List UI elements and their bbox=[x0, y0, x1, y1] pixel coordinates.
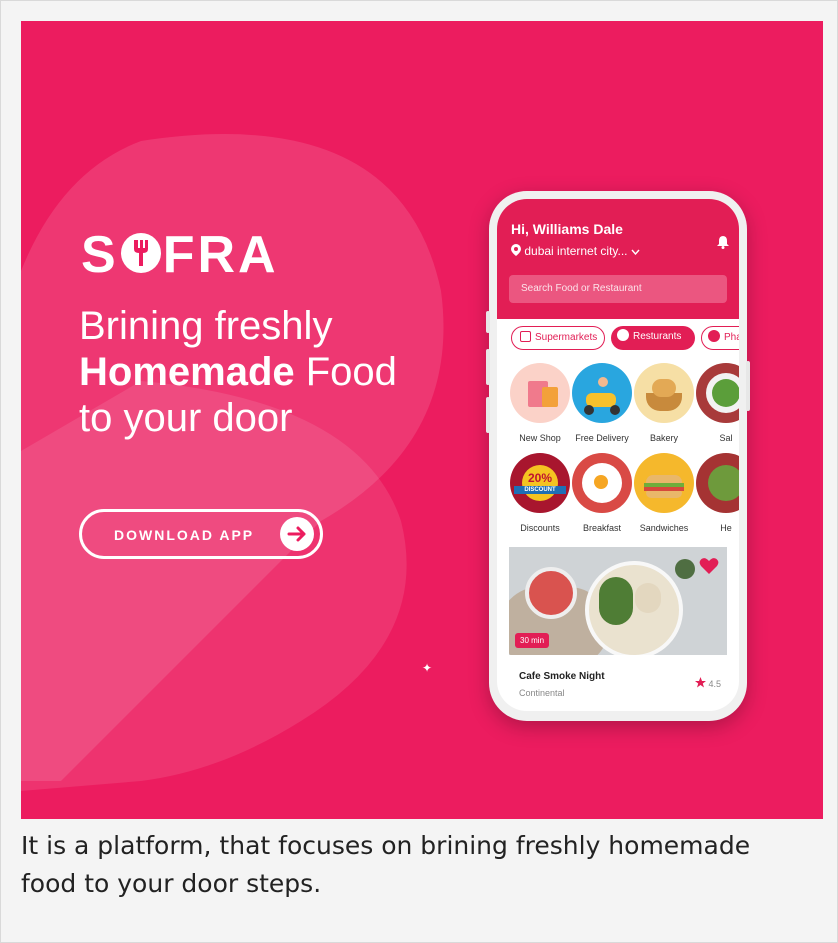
location-pin-icon bbox=[511, 244, 521, 256]
restaurant-card[interactable]: 30 min Cafe Smoke Night Continental 4.5 bbox=[509, 547, 727, 711]
dish-icon bbox=[617, 329, 629, 341]
category-label: New Shop bbox=[519, 433, 561, 443]
sandwich-icon bbox=[634, 453, 694, 513]
category-label: Free Delivery bbox=[575, 433, 629, 443]
phone-mockup: Hi, Williams Dale dubai internet city...… bbox=[486, 191, 750, 721]
category-chips: Supermarkets Resturants Pha bbox=[511, 326, 739, 352]
restaurant-name: Cafe Smoke Night bbox=[519, 671, 605, 682]
promo-banner: S FRA Brining freshly Homemade Food to yo… bbox=[21, 21, 823, 819]
category-sandwiches[interactable]: Sandwiches bbox=[633, 453, 695, 533]
discount-badge-icon: 20% DISCOUNT bbox=[510, 453, 570, 513]
rating-value: 4.5 bbox=[708, 679, 721, 689]
shopping-bag-icon bbox=[510, 363, 570, 423]
discount-percent: 20% bbox=[527, 471, 553, 485]
category-label: Discounts bbox=[520, 523, 560, 533]
category-free-delivery[interactable]: Free Delivery bbox=[571, 363, 633, 443]
chevron-down-icon bbox=[631, 249, 640, 256]
breakfast-icon bbox=[572, 453, 632, 513]
plus-icon bbox=[708, 330, 720, 342]
location-text: dubai internet city... bbox=[524, 244, 628, 258]
chip-resturants[interactable]: Resturants bbox=[611, 326, 695, 350]
chip-label: Resturants bbox=[633, 331, 682, 342]
logo-text-right: FRA bbox=[162, 226, 279, 284]
fork-logo-icon bbox=[120, 233, 161, 273]
headline-line-3: to your door bbox=[79, 396, 293, 440]
phone-button bbox=[486, 311, 490, 333]
restaurant-rating: 4.5 bbox=[694, 677, 721, 689]
greeting-text: Hi, Williams Dale bbox=[511, 221, 623, 237]
phone-button bbox=[486, 397, 490, 433]
arrow-right-icon bbox=[280, 517, 314, 551]
bread-basket-icon bbox=[634, 363, 694, 423]
post-caption: It is a platform, that focuses on brinin… bbox=[21, 831, 751, 898]
headline-line-2: Homemade Food bbox=[79, 349, 397, 395]
post-frame: S FRA Brining freshly Homemade Food to yo… bbox=[0, 0, 838, 943]
headline-line-2-rest: Food bbox=[294, 350, 397, 394]
category-healthy[interactable]: He bbox=[695, 453, 739, 533]
location-selector[interactable]: dubai internet city... bbox=[511, 244, 640, 258]
chip-supermarkets[interactable]: Supermarkets bbox=[511, 326, 605, 350]
delivery-time-badge: 30 min bbox=[515, 633, 550, 648]
category-breakfast[interactable]: Breakfast bbox=[571, 453, 633, 533]
category-bakery[interactable]: Bakery bbox=[633, 363, 695, 443]
category-label: Breakfast bbox=[582, 523, 622, 533]
sofra-logo: S FRA bbox=[81, 229, 279, 281]
category-salad[interactable]: Sal bbox=[695, 363, 739, 443]
category-label: Bakery bbox=[649, 433, 678, 443]
restaurant-cuisine: Continental bbox=[519, 688, 565, 698]
logo-text-left: S bbox=[81, 226, 119, 284]
category-discounts[interactable]: 20% DISCOUNT Discounts bbox=[509, 453, 571, 533]
download-app-label: DOWNLOAD APP bbox=[114, 527, 255, 543]
bell-icon[interactable] bbox=[717, 235, 729, 254]
category-label: Sandwiches bbox=[639, 523, 689, 533]
category-label: He bbox=[720, 523, 732, 533]
chip-label: Pha bbox=[724, 332, 739, 343]
sparkle-icon: ✦ bbox=[422, 661, 433, 675]
app-screen: Hi, Williams Dale dubai internet city...… bbox=[497, 199, 739, 711]
phone-button bbox=[486, 349, 490, 385]
headline: Brining freshly Homemade Food to your do… bbox=[79, 303, 397, 441]
star-icon bbox=[694, 677, 706, 688]
headline-bold-word: Homemade bbox=[79, 350, 295, 394]
category-new-shop[interactable]: New Shop bbox=[509, 363, 571, 443]
heart-icon[interactable] bbox=[699, 557, 719, 580]
category-label: Sal bbox=[719, 433, 733, 443]
phone-button bbox=[746, 361, 750, 411]
discount-word: DISCOUNT bbox=[514, 486, 566, 494]
salad-icon bbox=[696, 363, 739, 423]
chip-pharmacy[interactable]: Pha bbox=[701, 326, 739, 350]
download-app-button[interactable]: DOWNLOAD APP bbox=[79, 509, 323, 559]
healthy-food-icon bbox=[696, 453, 739, 513]
store-icon bbox=[520, 331, 531, 342]
app-header: Hi, Williams Dale dubai internet city...… bbox=[497, 199, 739, 319]
search-input[interactable]: Search Food or Restaurant bbox=[509, 275, 727, 303]
chip-label: Supermarkets bbox=[535, 332, 598, 343]
scooter-icon bbox=[572, 363, 632, 423]
headline-line-1: Brining freshly bbox=[79, 304, 333, 348]
